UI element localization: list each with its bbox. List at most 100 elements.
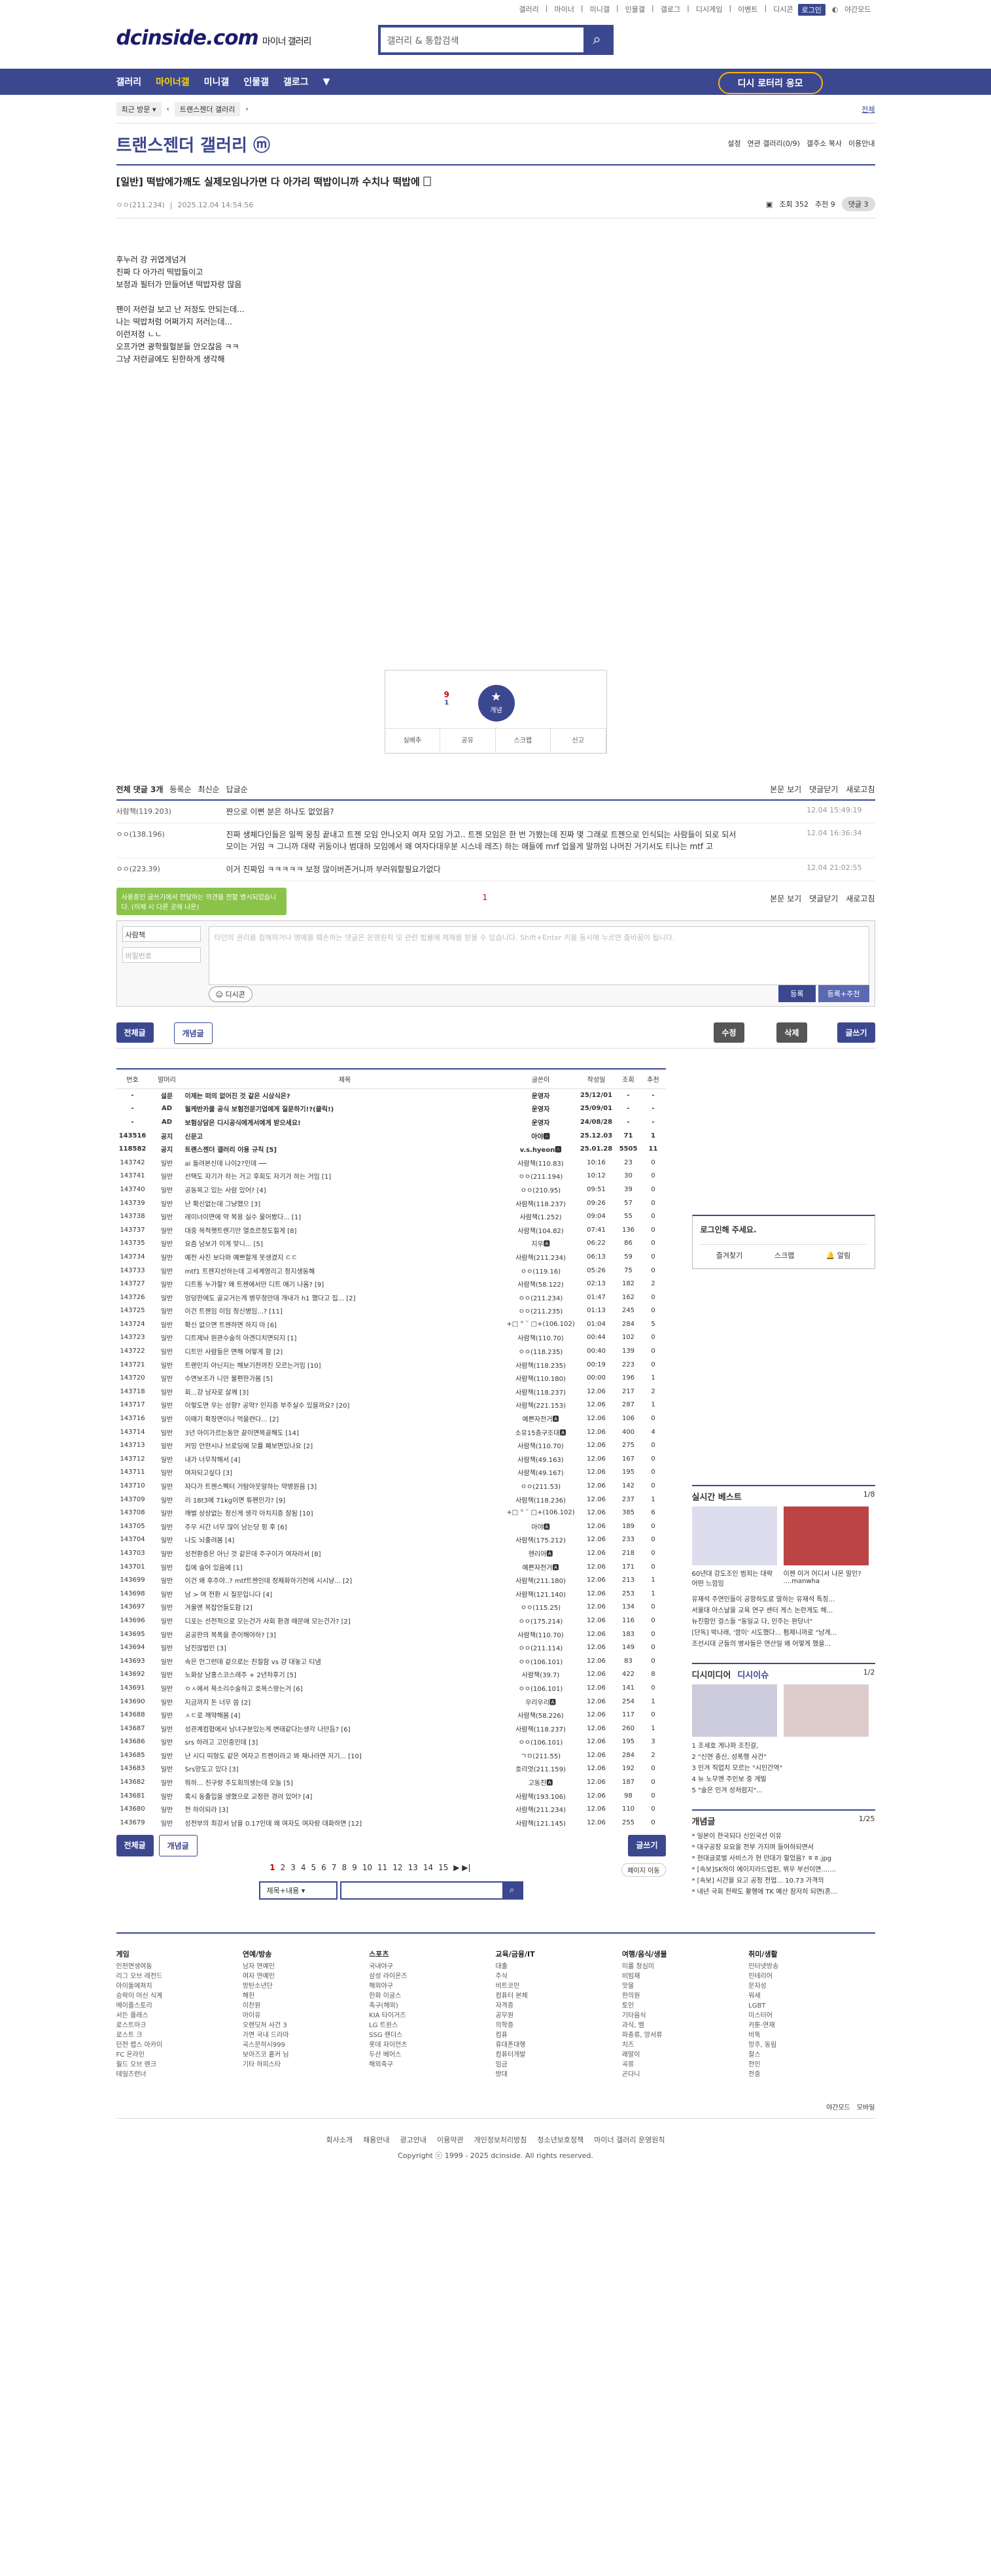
best-item[interactable]: 조선시대 군들의 병사들은 연산일 왜 어떻게 했을...	[692, 1639, 875, 1650]
post-writer[interactable]: 사람책(175.212)	[505, 1533, 577, 1547]
write-button[interactable]: 글쓰기	[837, 1022, 875, 1043]
post-subject[interactable]: 트렌인지 아닌지는 해보기전까진 모르는거임 [10]	[185, 1358, 505, 1372]
top-link-gallog[interactable]: 갤로그	[659, 4, 682, 16]
chevron-left-icon[interactable]: ‹	[167, 105, 169, 113]
top-link-mini[interactable]: 미니갤	[588, 4, 612, 16]
search-icon[interactable]: ⌕	[583, 27, 611, 52]
post-subject[interactable]: 디트만 사람들은 면해 어떻게 함 [2]	[185, 1344, 505, 1358]
page-link[interactable]: 2	[281, 1863, 286, 1872]
post-writer[interactable]: ㅇㅇ(106.101)	[505, 1681, 577, 1695]
view-body-link[interactable]: 본문 보기	[770, 784, 801, 795]
submit-recommend-button[interactable]: 등록+추천	[818, 985, 869, 1002]
footer-policy-link[interactable]: 채용안내	[363, 2134, 389, 2145]
table-row[interactable]: 143727 일반 디트통 누가할? 왜 트젠에서만 디트 얘기 나옴? [9] 사람…	[116, 1277, 666, 1291]
footer-col-title[interactable]: 스포츠	[369, 1949, 495, 1959]
table-row[interactable]: 143681 일반 혹시 동출입을 생했으로 교정한 경러 있어? [4] 사람책(1…	[116, 1789, 666, 1803]
post-subject[interactable]: 디트제놔 원관수술히 아겐디치면되지 [1]	[185, 1331, 505, 1345]
lottery-button[interactable]: 디시 로터리 응모	[718, 72, 823, 94]
post-subject[interactable]: 예전 사진 보다와 예쁘할게 못생겼지 ㄷㄷ	[185, 1250, 505, 1264]
footer-link[interactable]: 아이유	[243, 2011, 369, 2021]
table-row[interactable]: 143679 일반 성전부의 최강서 남을 0.17인데 왜 여자도 여자랑 대화하…	[116, 1816, 666, 1830]
post-subject[interactable]: 이건 트젠임 이임 정신병임...? [11]	[185, 1304, 505, 1318]
post-writer[interactable]: 사람책(121.145)	[505, 1816, 577, 1830]
post-subject[interactable]: 남 > 여 전환 시 질문입니다 [4]	[185, 1587, 505, 1601]
post-subject[interactable]: 성전환증은 아닌 것 같은데 주구이가 여자라서 [8]	[185, 1546, 505, 1560]
page-link[interactable]: 14	[423, 1863, 433, 1872]
post-writer[interactable]: ㅇㅇ(211.235)	[505, 1304, 577, 1318]
nav-person[interactable]: 인물갤	[243, 75, 269, 88]
table-row[interactable]: 143724 일반 확신 없으면 트젠하면 하지 마 [6] +□ ° ˜ □+(10…	[116, 1317, 666, 1331]
table-row[interactable]: 143697 일반 겨울엔 복잡언들도함 [2] ㅇㅇ(115.25) 12.06 134…	[116, 1601, 666, 1614]
post-subject[interactable]: 트랜스젠더 갤러리 이용 규칙 [5]	[185, 1142, 505, 1156]
footer-link[interactable]: 래말이	[622, 2050, 748, 2060]
all-posts-button[interactable]: 전체글	[116, 1022, 154, 1043]
footer-link[interactable]: 로스트 크	[116, 2030, 243, 2040]
recommend-button[interactable]: ★ 개념	[478, 685, 515, 722]
table-row[interactable]: 143683 일반 Srs양도고 있다 [3] 호리엇(211.159) 12.06 19…	[116, 1762, 666, 1776]
media-item[interactable]: 3 인겨 직업치 모르는 "시인간역"	[692, 1763, 875, 1774]
footer-link[interactable]: 한화 이글스	[369, 1991, 495, 2001]
post-subject[interactable]: 주우 시간 너무 많이 남는당 핑 후 [6]	[185, 1520, 505, 1533]
table-row[interactable]: 143734 일반 예전 사진 보다와 예쁘할게 못생겼지 ㄷㄷ 사람책(211.23…	[116, 1250, 666, 1264]
post-writer[interactable]: 예쁜자전거🅰	[505, 1412, 577, 1425]
media-thumb-2[interactable]	[783, 1684, 869, 1737]
footer-col-title[interactable]: 교육/금융/IT	[495, 1949, 621, 1959]
footer-link[interactable]: 미스터어	[748, 2011, 875, 2021]
search-input[interactable]: 갤러리 & 통합검색	[381, 27, 583, 52]
table-row[interactable]: 143698 일반 남 > 여 전환 시 질문입니다 [4] 사람책(121.140)…	[116, 1587, 666, 1601]
footer-link[interactable]: 문자성	[748, 1981, 875, 1991]
page-link[interactable]: 11	[377, 1863, 387, 1872]
page-link[interactable]: 6	[321, 1863, 326, 1872]
footer-policy-link[interactable]: 청소년보호정책	[537, 2134, 583, 2145]
footer-link[interactable]: 인천면생여동	[116, 1962, 243, 1972]
concept-item[interactable]: * 일본이 한국되다 신인국선 이유	[692, 1831, 875, 1842]
post-writer[interactable]: 사람책(110.70)	[505, 1331, 577, 1345]
page-link[interactable]: 10	[362, 1863, 372, 1872]
media-item[interactable]: 4 뉴 노무엔 주인보 중 게빌	[692, 1774, 875, 1785]
best-button[interactable]: 실베추	[385, 729, 440, 753]
concept-title[interactable]: 개념글	[692, 1815, 716, 1827]
table-row[interactable]: 143711 일반 여자되고싶다 [3] 사람책(49.167) 12.06 195 0	[116, 1466, 666, 1480]
table-row[interactable]: 143699 일반 이건 왜 후주야..? mtf트젠인데 정체화하기전에 시시냥.…	[116, 1573, 666, 1587]
gallery-icon[interactable]: ▣	[766, 200, 773, 209]
post-writer[interactable]: v.s.hyeon🅰	[505, 1142, 577, 1156]
table-row[interactable]: 143725 일반 이건 트젠임 이임 정신병임...? [11] ㅇㅇ(211.23…	[116, 1304, 666, 1318]
footer-link[interactable]: 아이돌에쳐치	[116, 1981, 243, 1991]
post-writer[interactable]: 우리우리🅰	[505, 1695, 577, 1709]
footer-link[interactable]: LGBT	[748, 2001, 875, 2011]
post-subject[interactable]: 확신 없으면 트젠하면 하지 마 [6]	[185, 1317, 505, 1331]
footer-link[interactable]: 두산 베어스	[369, 2050, 495, 2060]
footer-link[interactable]: 오렌딧처 사건 3	[243, 2021, 369, 2030]
footer-link[interactable]: 토인	[622, 2001, 748, 2011]
post-writer[interactable]: 사람책(49.163)	[505, 1452, 577, 1466]
post-subject[interactable]: 월케반카쿨 공식 보험전문기업에게 질문하기!?(클릭!)	[185, 1102, 505, 1116]
footer-link[interactable]: 컴퓨터개발	[495, 2050, 621, 2060]
post-subject[interactable]: 신문고	[185, 1129, 505, 1143]
chevron-down-icon[interactable]: ▼	[323, 77, 330, 87]
post-writer[interactable]: ㅇㅇ(211.114)	[505, 1641, 577, 1654]
footer-link[interactable]: 기타 하피스타	[243, 2060, 369, 2070]
top-link-game[interactable]: 디시게임	[694, 4, 724, 16]
footer-link[interactable]: 인터넷방송	[748, 1962, 875, 1972]
page-link[interactable]: 9	[352, 1863, 357, 1872]
table-row[interactable]: 143688 일반 ㅅㄷ로 깨약해봄 [4] 사람책(58.226) 12.06 117 0	[116, 1708, 666, 1722]
post-writer[interactable]: ㅇㅇ(175.214)	[505, 1614, 577, 1627]
post-writer[interactable]: 사람책(211.180)	[505, 1573, 577, 1587]
post-subject[interactable]: 커밍 안한시나 브로딩에 모를 폐보면있나요 [2]	[185, 1438, 505, 1452]
table-row[interactable]: 143685 일반 난 시디 띠형도 같은 여자고 트젠이라고 봐 재나라면 저기.…	[116, 1749, 666, 1762]
post-subject[interactable]: srs 하려고 고민중인데 [3]	[185, 1735, 505, 1749]
write-button[interactable]: 글쓰기	[628, 1834, 666, 1856]
footer-link[interactable]: 여자 연예인	[243, 1972, 369, 1981]
footer-policy-link[interactable]: 이용약관	[437, 2134, 463, 2145]
concept-pager[interactable]: 1/25	[859, 1815, 875, 1827]
bottom-search-input[interactable]	[341, 1883, 502, 1898]
footer-link[interactable]: 비트코인	[495, 1981, 621, 1991]
nav-gallog[interactable]: 갤로그	[283, 75, 309, 88]
media-item[interactable]: 2 "신연 충신, 성폭행 사건"	[692, 1752, 875, 1763]
media-pager[interactable]: 1/2	[863, 1668, 875, 1680]
edit-button[interactable]: 수정	[714, 1022, 744, 1043]
post-writer[interactable]: ㅇㅇ(211.234)	[505, 1291, 577, 1304]
page-link[interactable]: 13	[408, 1863, 418, 1872]
table-row[interactable]: 143686 일반 srs 하려고 고민중인데 [3] ㅇㅇ(106.101) 12.0…	[116, 1735, 666, 1749]
table-row[interactable]: 143718 일반 회...걍 남자로 살께 [3] 사람책(118.237) 12.0…	[116, 1385, 666, 1399]
